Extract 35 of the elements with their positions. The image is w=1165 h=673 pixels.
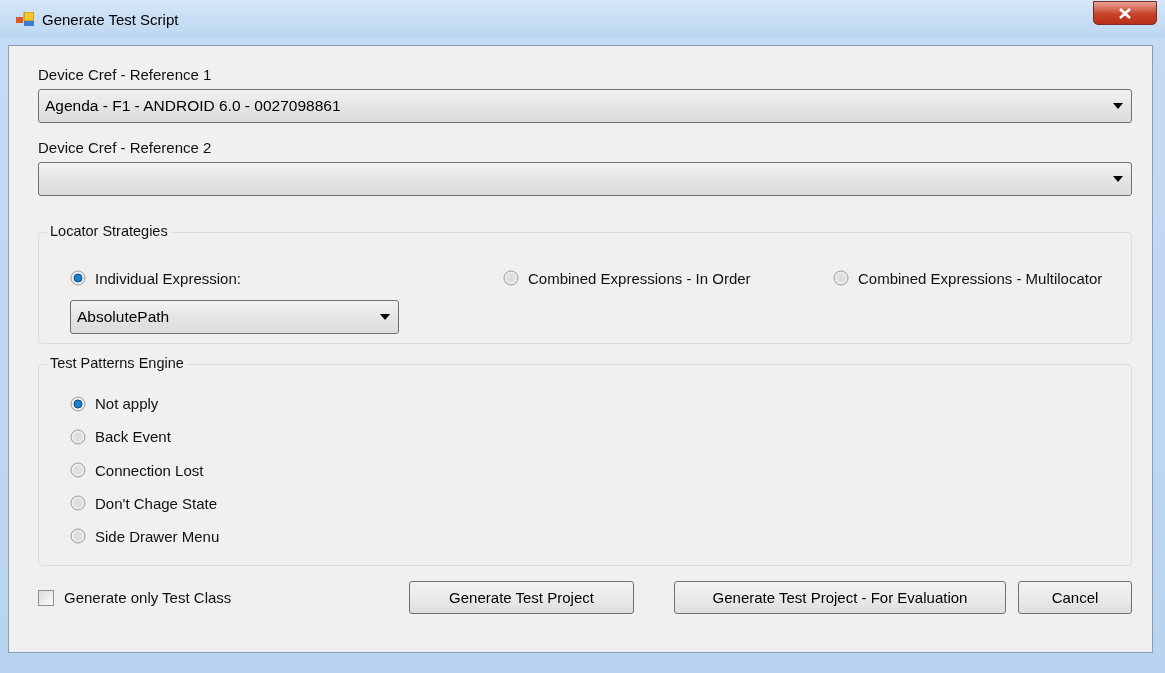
radio-label: Connection Lost — [95, 461, 204, 479]
radio-label: Not apply — [95, 395, 159, 413]
radio-button[interactable] — [503, 270, 519, 286]
expression-dropdown[interactable]: AbsolutePath — [70, 300, 399, 334]
group-title: Locator Strategies — [47, 223, 171, 239]
close-button[interactable] — [1093, 1, 1157, 25]
field-label: Device Cref - Reference 2 — [38, 139, 213, 156]
radio-label: Back Event — [95, 428, 171, 446]
app-icon — [16, 12, 34, 26]
radio-button[interactable] — [70, 270, 86, 286]
radio-label: Don't Chage State — [95, 494, 218, 512]
window-title: Generate Test Script — [42, 10, 180, 28]
radio-label: Individual Expression: — [95, 269, 241, 287]
device-dropdown[interactable] — [38, 162, 1132, 196]
caret-icon — [380, 314, 390, 320]
close-icon — [1119, 7, 1131, 19]
radio-button[interactable] — [70, 395, 86, 412]
radio-button[interactable] — [70, 428, 86, 445]
radio-label: Combined Expressions - Multilocator — [858, 269, 1103, 287]
radio-button[interactable] — [70, 495, 86, 512]
checkbox-label: Generate only Test Class — [64, 589, 232, 606]
action-button[interactable]: Generate Test Project — [409, 581, 634, 614]
device-dropdown[interactable]: Agenda - F1 - ANDROID 6.0 - 0027098861 — [38, 89, 1132, 123]
group-title: Test Patterns Engine — [47, 355, 187, 371]
radio-label: Combined Expressions - In Order — [528, 269, 751, 287]
checkbox[interactable] — [38, 589, 54, 606]
radio-button[interactable] — [70, 462, 86, 478]
caret-icon — [1113, 176, 1123, 182]
radio-button[interactable] — [70, 528, 86, 545]
action-button[interactable]: Generate Test Project - For Evaluation — [674, 581, 1006, 614]
radio-button[interactable] — [833, 270, 849, 286]
caret-icon — [1113, 103, 1123, 109]
field-label: Device Cref - Reference 1 — [38, 66, 213, 83]
action-button[interactable]: Cancel — [1018, 581, 1132, 614]
radio-label: Side Drawer Menu — [95, 527, 220, 545]
